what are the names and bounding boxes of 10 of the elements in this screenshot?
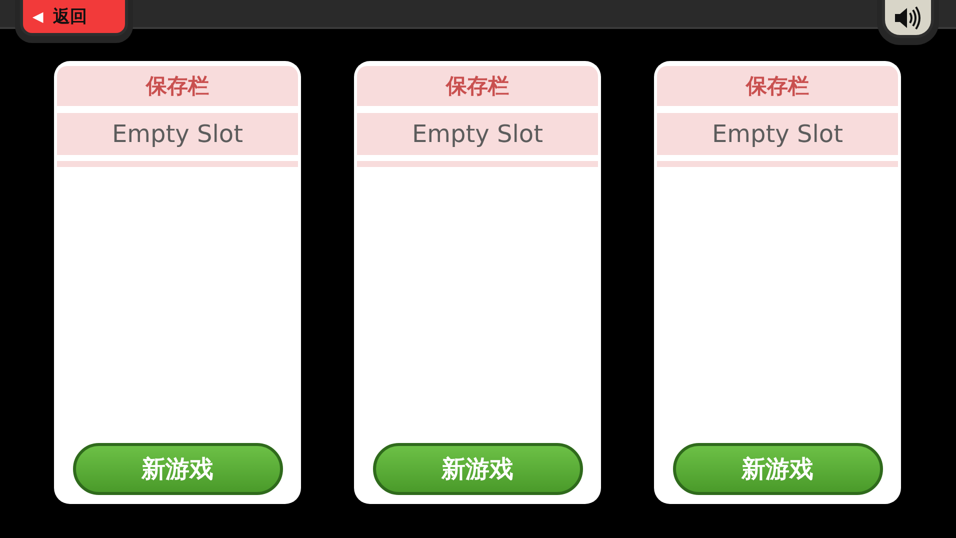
slot-title: 保存栏 [57, 66, 298, 106]
new-game-button[interactable]: 新游戏 [72, 443, 282, 495]
slot-status: Empty Slot [357, 113, 598, 155]
new-game-button[interactable]: 新游戏 [372, 443, 582, 495]
slot-title: 保存栏 [657, 66, 898, 106]
speaker-icon [893, 4, 923, 30]
slot-status: Empty Slot [657, 113, 898, 155]
new-game-button[interactable]: 新游戏 [672, 443, 882, 495]
slot-status: Empty Slot [57, 113, 298, 155]
slot-title: 保存栏 [357, 66, 598, 106]
